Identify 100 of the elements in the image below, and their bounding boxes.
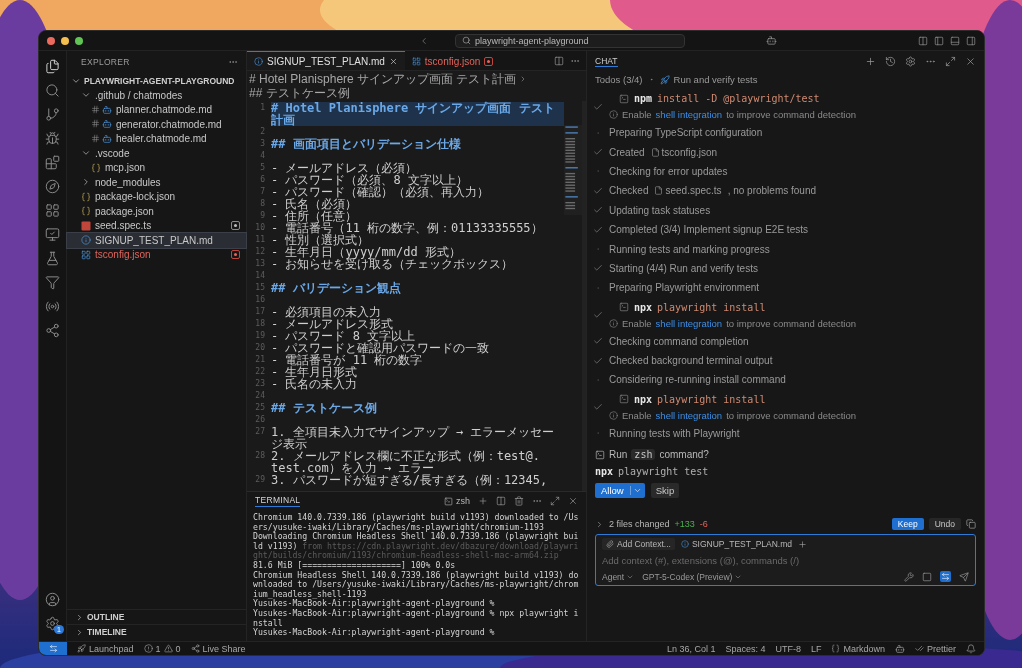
shell-selector[interactable]: zsh	[444, 496, 470, 506]
editor-tab[interactable]: tsconfig.json	[404, 51, 501, 70]
tools-icon[interactable]	[904, 571, 914, 582]
blocks-icon[interactable]	[45, 155, 60, 170]
file-name: seed.spec.ts	[95, 220, 152, 232]
prettier-status[interactable]: Prettier	[915, 643, 956, 654]
extensions-icon[interactable]	[45, 203, 60, 218]
split-icon[interactable]	[496, 496, 506, 506]
diff-icon[interactable]	[966, 519, 976, 530]
close-icon[interactable]	[568, 496, 578, 506]
settings-icon[interactable]	[905, 55, 916, 67]
mode-picker[interactable]: Agent	[602, 571, 635, 582]
todos-count[interactable]: Todos (3/4)	[595, 74, 643, 85]
account-icon[interactable]	[45, 592, 60, 607]
file-tree-item[interactable]: healer.chatmode.md	[67, 131, 246, 146]
terminal-icon	[619, 302, 629, 312]
info-icon	[609, 410, 618, 420]
notification-icon[interactable]	[966, 643, 976, 654]
problems-status[interactable]: 1 0	[143, 643, 181, 654]
minimize-button[interactable]	[61, 36, 69, 45]
compass-icon[interactable]	[45, 179, 60, 194]
file-tree-item[interactable]: mcp.json	[67, 160, 246, 175]
back-icon[interactable]	[419, 35, 429, 46]
language-mode[interactable]: Markdown	[831, 643, 885, 654]
maximize-icon[interactable]	[945, 55, 956, 67]
keep-button[interactable]: Keep	[891, 518, 924, 531]
files-icon[interactable]	[45, 59, 60, 74]
search-icon[interactable]	[45, 83, 60, 98]
allow-button[interactable]: Allow	[595, 483, 645, 499]
launchpad-status[interactable]: Launchpad	[77, 643, 134, 654]
attached-file[interactable]: SIGNUP_TEST_PLAN.md	[680, 539, 792, 550]
trash-icon[interactable]	[514, 496, 524, 506]
file-tree-item[interactable]: SIGNUP_TEST_PLAN.md	[67, 233, 246, 248]
history-icon[interactable]	[885, 55, 896, 67]
chat-input-field[interactable]: Add context (#), extensions (@), commands (/)	[602, 555, 969, 567]
send-icon[interactable]	[959, 571, 969, 582]
status-item[interactable]: LF	[810, 643, 822, 654]
close-button[interactable]	[47, 36, 55, 45]
file-name: generator.chatmode.md	[116, 118, 222, 130]
toggle-icon[interactable]	[941, 572, 950, 582]
remote-indicator[interactable]	[39, 642, 67, 655]
branch-icon[interactable]	[45, 107, 60, 122]
layout-icon[interactable]	[918, 35, 928, 46]
terminal-line: Yusukes-MacBook-Air:playwright-agent-playground % npx playwright install	[253, 608, 580, 628]
breadcrumb-item[interactable]: ## テストケース例	[249, 86, 350, 100]
filter-icon[interactable]	[45, 275, 60, 290]
close-icon[interactable]	[388, 56, 398, 66]
file-tree-item[interactable]: tsconfig.json	[67, 247, 246, 262]
add-context-button[interactable]: Add Context...	[602, 538, 675, 551]
terminal-tab[interactable]: TERMINAL	[255, 495, 301, 507]
files-changed-label[interactable]: 2 files changed	[609, 519, 670, 530]
undo-button[interactable]: Undo	[928, 518, 961, 531]
paperclip-icon	[606, 540, 614, 549]
note-text: Enable	[622, 409, 652, 421]
file-tree-item[interactable]: .github / chatmodes	[67, 88, 246, 103]
panel-left-icon[interactable]	[934, 35, 944, 46]
file-tree-item[interactable]: generator.chatmode.md	[67, 117, 246, 132]
add-icon[interactable]	[478, 496, 488, 506]
file-tree-item[interactable]: .vscode	[67, 146, 246, 161]
add-icon[interactable]	[798, 539, 807, 549]
sidebar-section[interactable]: TIMELINE	[67, 624, 246, 639]
stop-icon[interactable]	[922, 571, 932, 582]
terminal-line: 81.6 MiB [====================] 100% 0.0s	[253, 560, 456, 571]
panel-bottom-icon[interactable]	[950, 35, 960, 46]
file-tree-item[interactable]: planner.chatmode.md	[67, 102, 246, 117]
flask-icon[interactable]	[45, 251, 60, 266]
shell-integration-link[interactable]: shell integration	[655, 109, 723, 120]
file-tree-item[interactable]: package.json	[67, 204, 246, 219]
command-center-search[interactable]: playwright-agent-playground	[455, 33, 685, 48]
settings-icon[interactable]	[45, 616, 60, 631]
broadcast-icon[interactable]	[45, 299, 60, 314]
monitor-icon[interactable]	[45, 227, 60, 242]
file-tree-item[interactable]: package-lock.json	[67, 189, 246, 204]
bug-icon[interactable]	[45, 131, 60, 146]
breadcrumb-item[interactable]: # Hotel Planisphere サインアップ画面 テスト計画	[249, 72, 517, 86]
panel-right-icon[interactable]	[966, 35, 976, 46]
file-link[interactable]: tsconfig.json	[650, 146, 718, 158]
status-item[interactable]: UTF-8	[775, 643, 801, 654]
file-tree-item[interactable]: node_modules	[67, 175, 246, 190]
sidebar-section[interactable]: OUTLINE	[67, 609, 246, 624]
status-item[interactable]: Spaces: 4	[725, 643, 766, 654]
model-picker[interactable]: GPT-5-Codex (Preview)	[642, 571, 743, 582]
chat-input[interactable]: Add Context... SIGNUP_TEST_PLAN.md Add context (#), extensions (@), commands (/) Agent GPT-5-Codex (Preview)	[595, 534, 976, 587]
editor-tab[interactable]: SIGNUP_TEST_PLAN.md	[247, 51, 405, 70]
status-item[interactable]: Ln 36, Col 1	[666, 643, 716, 654]
shell-integration-link[interactable]: shell integration	[655, 317, 723, 329]
maximize-button[interactable]	[75, 36, 83, 45]
workspace-root[interactable]: PLAYWRIGHT-AGENT-PLAYGROUND	[67, 73, 246, 88]
file-link[interactable]: seed.spec.ts	[654, 185, 722, 197]
file-tree-item[interactable]: seed.spec.ts	[67, 218, 246, 233]
code-line: ## 画面項目とバリデーション仕様	[271, 138, 462, 150]
close-icon[interactable]	[965, 55, 976, 67]
hash-icon	[91, 104, 100, 114]
skip-button[interactable]: Skip	[650, 483, 680, 499]
add-icon[interactable]	[865, 55, 876, 67]
split-editor-icon[interactable]	[554, 55, 564, 66]
maximize-icon[interactable]	[550, 496, 560, 506]
shell-integration-link[interactable]: shell integration	[655, 409, 723, 421]
live-share-status[interactable]: Live Share	[190, 643, 246, 654]
share-icon[interactable]	[45, 323, 60, 338]
